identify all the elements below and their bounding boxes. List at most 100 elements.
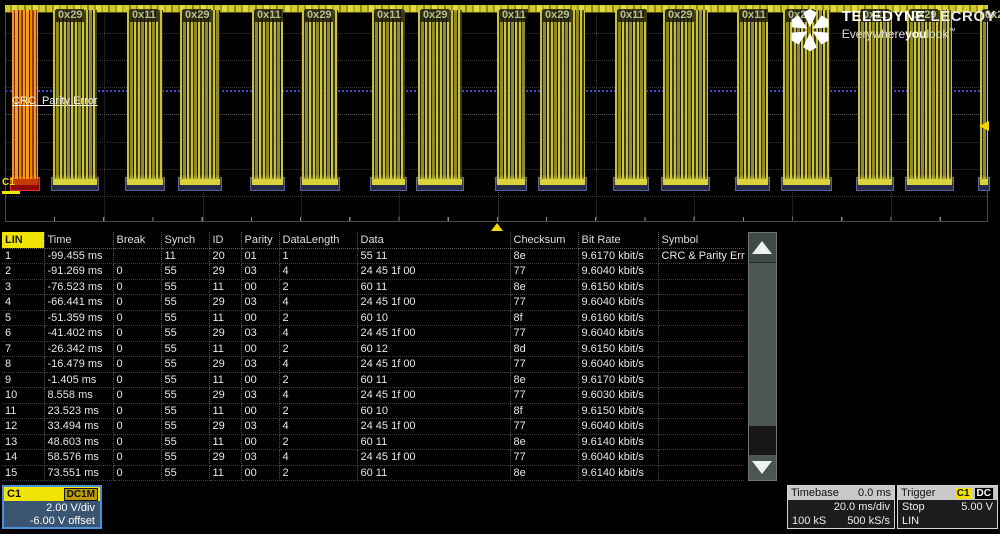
table-cell: 58.576 ms [44, 450, 113, 466]
table-row[interactable]: 1458.576 ms0552903424 45 1f 00779.6040 k… [2, 450, 745, 466]
table-cell: 29 [209, 388, 241, 404]
table-cell: 2 [2, 264, 44, 280]
table-cell: 29 [209, 357, 241, 373]
table-cell [113, 248, 161, 264]
table-cell: 24 45 1f 00 [357, 419, 510, 435]
table-cell: 55 [161, 295, 209, 311]
table-cell: 24 45 1f 00 [357, 264, 510, 280]
table-row[interactable]: 7-26.342 ms0551100260 128d9.6150 kbit/s [2, 341, 745, 357]
table-cell: 55 [161, 465, 209, 481]
channel-ground-level-marker[interactable] [2, 191, 20, 194]
table-cell: 9.6170 kbit/s [578, 248, 658, 264]
table-cell: 0 [113, 465, 161, 481]
table-row[interactable]: 1-99.455 ms112001155 118e9.6170 kbit/sCR… [2, 248, 745, 264]
table-cell: 4 [2, 295, 44, 311]
scrollbar-up-button[interactable] [749, 233, 776, 263]
table-row[interactable]: 3-76.523 ms0551100260 118e9.6150 kbit/s [2, 279, 745, 295]
scrollbar-down-button[interactable] [749, 455, 776, 480]
table-row[interactable]: 6-41.402 ms0552903424 45 1f 00779.6040 k… [2, 326, 745, 342]
column-header: DataLength [279, 232, 357, 248]
table-cell: -51.359 ms [44, 310, 113, 326]
table-cell: 9.6150 kbit/s [578, 403, 658, 419]
table-cell: -41.402 ms [44, 326, 113, 342]
table-cell: 55 [161, 388, 209, 404]
table-cell: -66.441 ms [44, 295, 113, 311]
table-cell: 77 [510, 357, 578, 373]
table-cell: 48.603 ms [44, 434, 113, 450]
table-cell: 55 [161, 403, 209, 419]
column-header: Parity [241, 232, 279, 248]
lin-frame-id-label: 0x11 [500, 9, 528, 22]
timebase-descriptor[interactable]: Timebase 0.0 ms 20.0 ms/div 100 kS 500 k… [787, 485, 895, 529]
table-cell: 29 [209, 264, 241, 280]
table-cell: 8e [510, 279, 578, 295]
protocol-tab-lin[interactable]: LIN [2, 232, 44, 248]
trigger-descriptor[interactable]: Trigger C1DC Stop 5.00 V LIN [897, 485, 998, 529]
table-cell: 2 [279, 434, 357, 450]
scrollbar-track[interactable] [749, 426, 776, 456]
lin-frame-id-label: 0x11 [130, 9, 158, 22]
trigger-mode: Stop [902, 500, 925, 514]
table-cell: 7 [2, 341, 44, 357]
lin-frame-id-label: 0x11 [618, 9, 646, 22]
table-row[interactable]: 1573.551 ms0551100260 118e9.6140 kbit/s [2, 465, 745, 481]
lin-frame-id-label: 0x29 [305, 9, 333, 22]
table-cell: 5 [2, 310, 44, 326]
lin-frame-id-label: 0x29 [56, 9, 84, 22]
lin-frame-burst [372, 10, 405, 184]
lin-frame-id-label: 0x11 [740, 9, 768, 22]
table-row[interactable]: 4-66.441 ms0552903424 45 1f 00779.6040 k… [2, 295, 745, 311]
channel-c1-descriptor[interactable]: C1 DC1M 2.00 V/div -6.00 V offset [2, 485, 102, 529]
table-cell: 03 [241, 264, 279, 280]
lin-frame-burst [180, 10, 220, 184]
table-row[interactable]: 9-1.405 ms0551100260 118e9.6170 kbit/s [2, 372, 745, 388]
trigger-time-marker[interactable] [491, 223, 503, 231]
table-cell: 29 [209, 450, 241, 466]
table-row[interactable]: 8-16.479 ms0552903424 45 1f 00779.6040 k… [2, 357, 745, 373]
logo-trademark: ™ [949, 28, 956, 35]
table-cell [658, 295, 745, 311]
table-cell: 9.6040 kbit/s [578, 450, 658, 466]
table-cell: 4 [279, 388, 357, 404]
table-cell: 01 [241, 248, 279, 264]
table-cell: 00 [241, 403, 279, 419]
table-cell: 60 10 [357, 310, 510, 326]
table-row[interactable]: 108.558 ms0552903424 45 1f 00779.6030 kb… [2, 388, 745, 404]
table-cell: 77 [510, 419, 578, 435]
table-cell: -26.342 ms [44, 341, 113, 357]
table-cell: 03 [241, 450, 279, 466]
table-cell: 77 [510, 295, 578, 311]
table-cell: 2 [279, 403, 357, 419]
table-cell: 29 [209, 326, 241, 342]
table-cell: 77 [510, 326, 578, 342]
waveform-display: 0x290x110x290x110x290x110x290x110x290x11… [0, 0, 1000, 232]
trigger-header: Trigger C1DC [898, 486, 997, 500]
trigger-level-marker[interactable] [979, 121, 989, 131]
teledyne-star-icon [783, 8, 837, 52]
arrow-up-icon [752, 241, 772, 254]
table-cell: 13 [2, 434, 44, 450]
table-cell: 03 [241, 295, 279, 311]
lin-frame-id-label: 0x29 [183, 9, 211, 22]
column-header: Checksum [510, 232, 578, 248]
decode-table-header: LINTimeBreakSynchIDParityDataLengthDataC… [2, 232, 745, 248]
table-row[interactable]: 2-91.269 ms0552903424 45 1f 00779.6040 k… [2, 264, 745, 280]
trigger-level: 5.00 V [961, 500, 993, 514]
table-cell: 11 [209, 372, 241, 388]
table-scrollbar[interactable] [748, 232, 777, 481]
column-header: Data [357, 232, 510, 248]
lin-frame-id-label: 0x29 [421, 9, 449, 22]
table-row[interactable]: 1348.603 ms0551100260 118e9.6140 kbit/s [2, 434, 745, 450]
table-row[interactable]: 1233.494 ms0552903424 45 1f 00779.6040 k… [2, 419, 745, 435]
table-row[interactable]: 5-51.359 ms0551100260 108f9.6160 kbit/s [2, 310, 745, 326]
channel-coupling-badge: DC1M [64, 488, 98, 501]
table-cell: 11 [161, 248, 209, 264]
table-cell: 55 [161, 341, 209, 357]
trigger-source-badge: C1 [955, 488, 972, 499]
table-cell: 03 [241, 388, 279, 404]
table-row[interactable]: 1123.523 ms0551100260 108f9.6150 kbit/s [2, 403, 745, 419]
table-cell: 60 10 [357, 403, 510, 419]
table-cell [658, 388, 745, 404]
table-cell: 0 [113, 450, 161, 466]
table-cell: 55 [161, 372, 209, 388]
